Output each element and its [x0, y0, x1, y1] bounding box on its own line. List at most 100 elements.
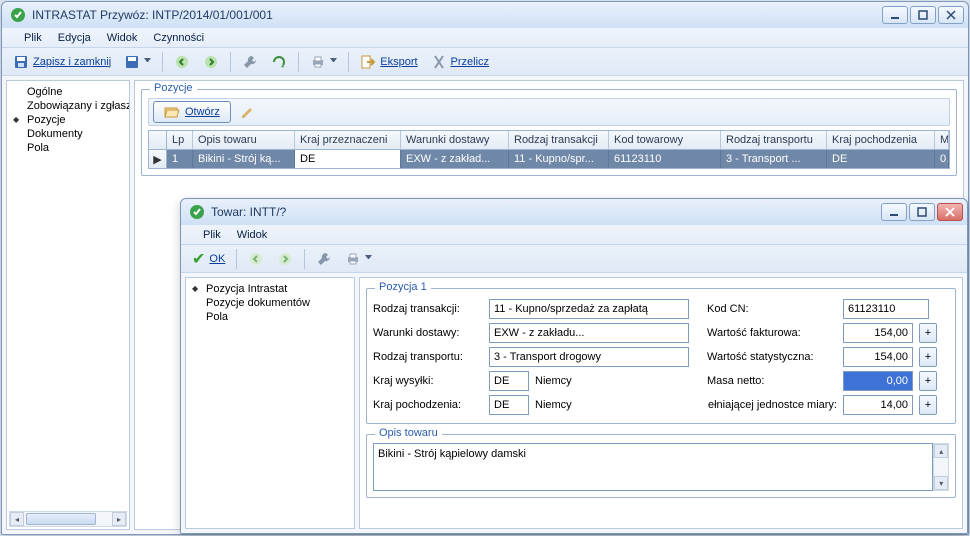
printer-icon — [310, 54, 326, 70]
plus-jednostka[interactable]: + — [919, 395, 937, 415]
calc-icon — [431, 54, 447, 70]
label-transport: Rodzaj transportu: — [373, 351, 483, 363]
description-textarea[interactable] — [373, 443, 933, 491]
input-wartosc-stat[interactable] — [843, 347, 913, 367]
positions-toolbar: Otwórz — [148, 98, 950, 126]
col-warunki[interactable]: Warunki dostawy — [401, 131, 509, 149]
main-sidebar: Ogólne Zobowiązany i zgłaszaj Pozycje Do… — [6, 80, 130, 530]
refresh-button[interactable] — [266, 51, 292, 73]
label-rodzaj-transakcji: Rodzaj transakcji: — [373, 303, 483, 315]
text-kraj-poch-name: Niemcy — [535, 399, 572, 411]
menu-edit[interactable]: Edycja — [50, 32, 99, 44]
child-content: Pozycja 1 Rodzaj transakcji: Warunki dos… — [359, 277, 963, 529]
child-print-button[interactable] — [340, 248, 377, 270]
menu-file[interactable]: Plik — [16, 32, 50, 44]
nav-back-button[interactable] — [169, 51, 195, 73]
col-rodzaj-trans[interactable]: Rodzaj transakcji — [509, 131, 609, 149]
description-vscroll[interactable]: ▴▾ — [933, 443, 949, 491]
save-close-button[interactable]: Zapisz i zamknij — [8, 51, 116, 73]
app-icon — [189, 204, 205, 220]
sidebar-item-general[interactable]: Ogólne — [9, 85, 127, 99]
input-warunki[interactable] — [489, 323, 689, 343]
export-button[interactable]: Eksport — [355, 51, 422, 73]
open-button[interactable]: Otwórz — [153, 101, 231, 123]
text-kraj-wysylki-name: Niemcy — [535, 375, 572, 387]
child-close-button[interactable] — [937, 203, 963, 221]
close-button[interactable] — [938, 6, 964, 24]
child-menubar: Plik Widok — [181, 225, 967, 245]
minimize-button[interactable] — [882, 6, 908, 24]
maximize-button[interactable] — [910, 6, 936, 24]
print-button[interactable] — [305, 51, 342, 73]
save-icon — [13, 54, 29, 70]
col-kraj-poch[interactable]: Kraj pochodzenia — [827, 131, 935, 149]
col-m[interactable]: M — [935, 131, 949, 149]
cell-transport: 3 - Transport ... — [721, 150, 827, 168]
input-kod-cn[interactable] — [843, 299, 929, 319]
child-maximize-button[interactable] — [909, 203, 935, 221]
child-menu-file[interactable]: Plik — [195, 229, 229, 241]
cell-lp: 1 — [167, 150, 193, 168]
nav-fwd-button[interactable] — [198, 51, 224, 73]
tools-button[interactable] — [237, 51, 263, 73]
app-icon — [10, 7, 26, 23]
label-kraj-poch: Kraj pochodzenia: — [373, 399, 483, 411]
grid-row[interactable]: ▶ 1 Bikini - Strój ką... DE EXW - z zakł… — [149, 150, 949, 168]
positions-legend: Pozycje — [150, 82, 197, 94]
col-lp[interactable]: Lp — [167, 131, 193, 149]
edit-line-button[interactable] — [235, 101, 261, 123]
cell-kraj-przezn[interactable]: DE — [295, 150, 401, 168]
sidebar-item-positions[interactable]: Pozycje — [9, 113, 127, 127]
child-nav-fwd[interactable] — [272, 248, 298, 270]
plus-wartosc-fakt[interactable]: + — [919, 323, 937, 343]
save-split-button[interactable] — [119, 51, 156, 73]
main-menubar: Plik Edycja Widok Czynności — [2, 28, 968, 48]
arrow-left-icon — [248, 251, 264, 267]
child-minimize-button[interactable] — [881, 203, 907, 221]
save-icon — [124, 54, 140, 70]
description-group: Opis towaru ▴▾ — [366, 434, 956, 498]
sidebar-hscroll[interactable]: ◂▸ — [9, 511, 127, 527]
menu-actions[interactable]: Czynności — [145, 32, 212, 44]
col-transport[interactable]: Rodzaj transportu — [721, 131, 827, 149]
child-tools-button[interactable] — [311, 248, 337, 270]
child-title: Towar: INTT/? — [211, 205, 881, 219]
child-nav-back[interactable] — [243, 248, 269, 270]
input-transport[interactable] — [489, 347, 689, 367]
label-jednostka: ełniającej jednostce miary: — [707, 399, 837, 411]
cell-kod: 61123110 — [609, 150, 721, 168]
child-menu-view[interactable]: Widok — [229, 229, 276, 241]
refresh-icon — [271, 54, 287, 70]
open-icon — [164, 104, 180, 120]
input-kraj-poch-code[interactable] — [489, 395, 529, 415]
col-opis[interactable]: Opis towaru — [193, 131, 295, 149]
cell-opis: Bikini - Strój ką... — [193, 150, 295, 168]
input-kraj-wysylki-code[interactable] — [489, 371, 529, 391]
sidebar-item-fields[interactable]: Pola — [9, 141, 127, 155]
positions-group: Pozycje Otwórz Lp Opis towaru Kraj przez… — [141, 89, 957, 176]
input-wartosc-fakt[interactable] — [843, 323, 913, 343]
main-toolbar: Zapisz i zamknij Eksport Przelicz — [2, 48, 968, 76]
arrow-left-icon — [174, 54, 190, 70]
label-wartosc-stat: Wartość statystyczna: — [707, 351, 837, 363]
child-titlebar: Towar: INTT/? — [181, 199, 967, 225]
child-toolbar: ✔ OK — [181, 245, 967, 273]
sidebar-item-doc-positions[interactable]: Pozycje dokumentów — [188, 296, 352, 310]
ok-button[interactable]: ✔ OK — [187, 248, 230, 270]
label-masa-netto: Masa netto: — [707, 375, 837, 387]
recalc-button[interactable]: Przelicz — [426, 51, 495, 73]
input-masa-netto[interactable] — [843, 371, 913, 391]
sidebar-item-documents[interactable]: Dokumenty — [9, 127, 127, 141]
cell-m: 0 — [935, 150, 949, 168]
col-kod[interactable]: Kod towarowy — [609, 131, 721, 149]
input-jednostka[interactable] — [843, 395, 913, 415]
sidebar-item-obligated[interactable]: Zobowiązany i zgłaszaj — [9, 99, 127, 113]
plus-wartosc-stat[interactable]: + — [919, 347, 937, 367]
sidebar-item-intrastat[interactable]: Pozycja Intrastat — [188, 282, 352, 296]
input-rodzaj-transakcji[interactable] — [489, 299, 689, 319]
main-title: INTRASTAT Przywóz: INTP/2014/01/001/001 — [32, 8, 882, 22]
menu-view[interactable]: Widok — [99, 32, 146, 44]
plus-masa-netto[interactable]: + — [919, 371, 937, 391]
col-kraj-przezn[interactable]: Kraj przeznaczeni — [295, 131, 401, 149]
sidebar-item-fields[interactable]: Pola — [188, 310, 352, 324]
